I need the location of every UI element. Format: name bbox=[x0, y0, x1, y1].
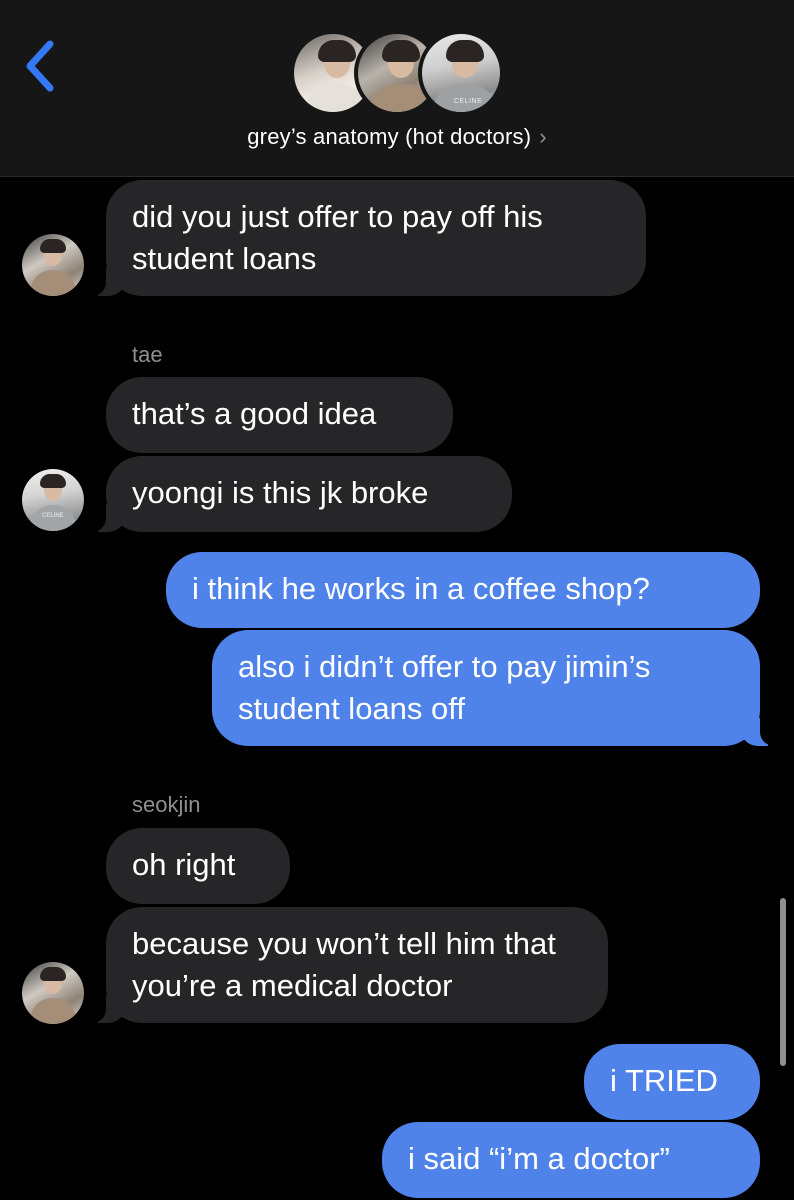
group-avatar-3: CELINE bbox=[418, 30, 504, 116]
outgoing-message[interactable]: also i didn’t offer to pay jimin’s stude… bbox=[212, 630, 780, 746]
message-text: also i didn’t offer to pay jimin’s stude… bbox=[238, 649, 651, 726]
scrollbar[interactable] bbox=[780, 898, 786, 1066]
shirt-logo-text: CELINE bbox=[42, 513, 64, 519]
incoming-message[interactable]: oh right bbox=[106, 828, 290, 904]
sender-name: seokjin bbox=[132, 792, 201, 817]
group-title[interactable]: grey’s anatomy (hot doctors) › bbox=[0, 124, 794, 150]
sender-avatar[interactable] bbox=[22, 234, 84, 296]
message-text: yoongi is this jk broke bbox=[132, 475, 429, 510]
message-text: i TRIED bbox=[610, 1063, 718, 1098]
message-text: did you just offer to pay off his studen… bbox=[132, 199, 543, 276]
outgoing-message[interactable]: i TRIED bbox=[584, 1044, 760, 1120]
incoming-message[interactable]: did you just offer to pay off his studen… bbox=[86, 180, 646, 296]
chevron-right-icon: › bbox=[539, 124, 547, 149]
message-text: i said “i’m a doctor” bbox=[408, 1141, 670, 1176]
group-name: grey’s anatomy (hot doctors) bbox=[247, 124, 532, 149]
outgoing-message[interactable]: i said “i’m a doctor” bbox=[382, 1122, 760, 1198]
message-text: that’s a good idea bbox=[132, 396, 377, 431]
incoming-message[interactable]: yoongi is this jk broke bbox=[86, 456, 512, 532]
sender-avatar[interactable] bbox=[22, 962, 84, 1024]
message-text: i think he works in a coffee shop? bbox=[192, 571, 650, 606]
incoming-message[interactable]: that’s a good idea bbox=[106, 377, 453, 453]
shirt-logo-text: CELINE bbox=[454, 98, 483, 105]
incoming-message[interactable]: because you won’t tell him that you’re a… bbox=[86, 907, 608, 1023]
sender-name: tae bbox=[132, 342, 163, 367]
message-text: oh right bbox=[132, 847, 236, 882]
sender-avatar[interactable]: CELINE bbox=[22, 469, 84, 531]
message-text: because you won’t tell him that you’re a… bbox=[132, 926, 556, 1003]
outgoing-message[interactable]: i think he works in a coffee shop? bbox=[166, 552, 760, 628]
chevron-left-icon bbox=[26, 40, 54, 92]
conversation-header: CELINE grey’s anatomy (hot doctors) › bbox=[0, 0, 794, 177]
group-avatars[interactable]: CELINE bbox=[290, 30, 510, 116]
back-button[interactable] bbox=[18, 36, 66, 96]
